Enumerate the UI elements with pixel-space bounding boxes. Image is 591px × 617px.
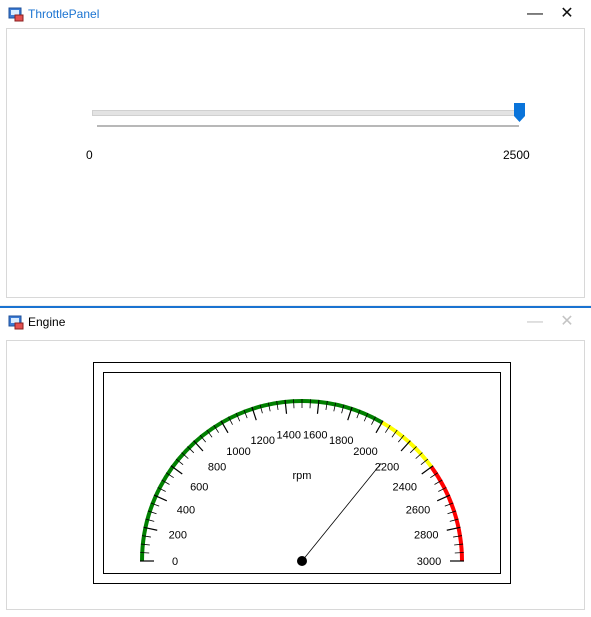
gauge-tick-label: 2600	[406, 504, 430, 516]
close-button[interactable]: ✕	[556, 312, 578, 332]
slider-track[interactable]	[92, 110, 522, 116]
gauge-tick-label: 2800	[414, 530, 438, 542]
slider-min-label: 0	[86, 148, 93, 162]
window-title: Engine	[28, 315, 65, 329]
minimize-button[interactable]: —	[524, 4, 546, 24]
gauge-tick-label: 200	[169, 530, 187, 542]
engine-client-area: 0 200 400 600800100012001400160018002000 220…	[6, 340, 585, 610]
gauge-needle-hub	[297, 556, 307, 566]
gauge-needle	[302, 463, 381, 561]
gauge-tick-label: 1800	[329, 435, 353, 447]
gauge-tick-label: 1000	[226, 446, 250, 458]
titlebar[interactable]: ThrottlePanel — ✕	[0, 0, 591, 28]
gauge-tick-label: 1200	[251, 435, 275, 447]
minimize-button[interactable]: —	[524, 312, 546, 332]
gauge-tick-label: 2000	[353, 446, 377, 458]
gauge-major-tick	[401, 441, 410, 451]
close-button[interactable]: ✕	[556, 4, 578, 24]
gauge-tick-label: 2400	[393, 481, 417, 493]
gauge-major-tick	[194, 441, 203, 451]
gauge-tick-label: 2200	[375, 462, 399, 474]
throttle-panel-window: ThrottlePanel — ✕ 0 2500	[0, 0, 591, 305]
gauge-tick-label: 800	[208, 462, 226, 474]
gauge-tick-label: 400	[177, 504, 195, 516]
window-title: ThrottlePanel	[28, 7, 99, 21]
gauge-zone-band	[431, 467, 462, 561]
gauge-tick-label: 0	[172, 556, 178, 568]
throttle-client-area: 0 2500	[6, 28, 585, 298]
gauge-tick-label: 3000	[417, 556, 441, 568]
slider-thumb[interactable]	[514, 103, 525, 122]
slider-tick-line	[97, 125, 519, 127]
slider-max-label: 2500	[503, 148, 530, 162]
gauge-tick-label: 1600	[303, 430, 327, 442]
engine-window: Engine — ✕ 0 200 400 6008001000120014001600…	[0, 306, 591, 617]
gauge-tick-label: 1400	[276, 430, 300, 442]
titlebar[interactable]: Engine — ✕	[0, 308, 591, 336]
app-icon	[8, 314, 24, 330]
rpm-gauge: 0 200 400 600800100012001400160018002000 220…	[7, 341, 586, 611]
gauge-unit-label: rpm	[293, 470, 312, 482]
gauge-tick-label: 600	[190, 481, 208, 493]
app-icon	[8, 6, 24, 22]
